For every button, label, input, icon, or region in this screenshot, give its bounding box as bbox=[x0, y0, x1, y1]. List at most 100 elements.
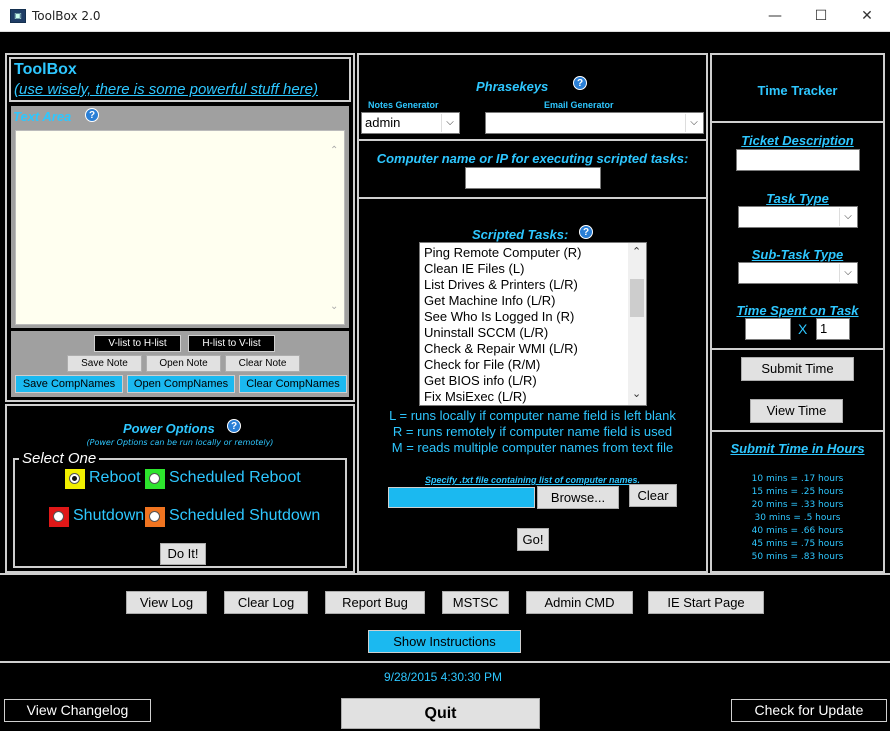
notes-generator-select[interactable]: admin ⌵ bbox=[361, 112, 460, 134]
scheduled-shutdown-radio-bg[interactable] bbox=[145, 507, 165, 527]
reboot-label[interactable]: Reboot bbox=[89, 469, 141, 487]
reboot-radio-bg[interactable] bbox=[65, 469, 85, 489]
quit-button[interactable]: Quit bbox=[341, 698, 540, 729]
power-options-panel: Power Options ? (Power Options can be ru… bbox=[5, 404, 355, 573]
file-path-input[interactable] bbox=[388, 487, 535, 508]
report-bug-button[interactable]: Report Bug bbox=[325, 591, 425, 614]
list-item[interactable]: Get Machine Info (L/R) bbox=[420, 293, 646, 309]
view-changelog-button[interactable]: View Changelog bbox=[4, 699, 151, 722]
task-type-label: Task Type bbox=[766, 191, 829, 206]
scheduled-reboot-radio-bg[interactable] bbox=[145, 469, 165, 489]
email-generator-select[interactable]: ⌵ bbox=[485, 112, 704, 134]
legend-line: R = runs remotely if computer name field… bbox=[392, 424, 673, 439]
scroll-down-icon[interactable]: ⌄ bbox=[632, 387, 641, 400]
tasks-scrollbar[interactable]: ⌃ ⌄ bbox=[628, 243, 646, 405]
scroll-up-icon[interactable]: ⌃ bbox=[632, 245, 641, 258]
show-instructions-button[interactable]: Show Instructions bbox=[368, 630, 521, 653]
time-spent-input[interactable] bbox=[745, 318, 791, 340]
view-log-button[interactable]: View Log bbox=[126, 591, 207, 614]
help-icon[interactable]: ? bbox=[573, 76, 587, 90]
conversion-line: 15 mins = .25 hours bbox=[751, 487, 844, 497]
text-area[interactable]: ⌃ ⌄ bbox=[15, 130, 345, 325]
scripted-tasks-list[interactable]: Ping Remote Computer (R) Clean IE Files (… bbox=[419, 242, 647, 406]
chevron-down-icon[interactable]: ⌵ bbox=[839, 264, 856, 282]
task-type-select[interactable]: ⌵ bbox=[738, 206, 858, 228]
clear-log-button[interactable]: Clear Log bbox=[224, 591, 308, 614]
v-to-h-list-button[interactable]: V-list to H-list bbox=[94, 335, 181, 352]
view-time-button[interactable]: View Time bbox=[750, 399, 843, 423]
text-area-frame: ⌃ ⌄ bbox=[11, 128, 349, 328]
list-item[interactable]: Check for File (R/M) bbox=[420, 357, 646, 373]
chevron-down-icon[interactable]: ⌵ bbox=[441, 114, 458, 132]
help-icon[interactable]: ? bbox=[227, 419, 241, 433]
save-compnames-button[interactable]: Save CompNames bbox=[15, 375, 123, 393]
scheduled-reboot-radio[interactable] bbox=[149, 473, 160, 484]
window-title: ToolBox 2.0 bbox=[32, 9, 101, 23]
separator bbox=[359, 197, 706, 199]
conversion-line: 30 mins = .5 hours bbox=[754, 513, 841, 523]
scheduled-reboot-label[interactable]: Scheduled Reboot bbox=[169, 469, 301, 487]
help-icon[interactable]: ? bbox=[85, 108, 99, 122]
conversion-line: 10 mins = .17 hours bbox=[751, 474, 844, 484]
scheduled-shutdown-radio[interactable] bbox=[149, 511, 160, 522]
separator bbox=[0, 661, 890, 663]
legend-line: M = reads multiple computer names from t… bbox=[391, 440, 674, 455]
toolbox-title: ToolBox bbox=[14, 61, 77, 78]
text-tools: V-list to H-list H-list to V-list Save N… bbox=[11, 331, 349, 397]
legend-line: L = runs locally if computer name field … bbox=[389, 408, 676, 423]
multiplier-input[interactable]: 1 bbox=[816, 318, 850, 340]
do-it-button[interactable]: Do It! bbox=[160, 543, 206, 565]
sub-task-type-select[interactable]: ⌵ bbox=[738, 262, 858, 284]
h-to-v-list-button[interactable]: H-list to V-list bbox=[188, 335, 275, 352]
open-note-button[interactable]: Open Note bbox=[146, 355, 221, 372]
browse-button[interactable]: Browse... bbox=[537, 486, 619, 509]
list-item[interactable]: Clean IE Files (L) bbox=[420, 261, 646, 277]
clear-file-button[interactable]: Clear bbox=[629, 484, 677, 507]
shutdown-radio[interactable] bbox=[53, 511, 64, 522]
ie-start-page-button[interactable]: IE Start Page bbox=[648, 591, 764, 614]
shutdown-radio-bg[interactable] bbox=[49, 507, 69, 527]
list-item[interactable]: See Who Is Logged In (R) bbox=[420, 309, 646, 325]
toolbox-icon: ▣ bbox=[10, 9, 26, 23]
clear-note-button[interactable]: Clear Note bbox=[225, 355, 300, 372]
mstsc-button[interactable]: MSTSC bbox=[442, 591, 509, 614]
conversion-line: 40 mins = .66 hours bbox=[751, 526, 844, 536]
clear-compnames-button[interactable]: Clear CompNames bbox=[239, 375, 347, 393]
conversion-line: 50 mins = .83 hours bbox=[751, 552, 844, 562]
list-item[interactable]: Check & Repair WMI (L/R) bbox=[420, 341, 646, 357]
time-tracker-title: Time Tracker bbox=[757, 83, 838, 98]
ticket-description-input[interactable] bbox=[736, 149, 860, 171]
scheduled-shutdown-label[interactable]: Scheduled Shutdown bbox=[169, 507, 320, 525]
minimize-button[interactable]: — bbox=[752, 0, 798, 32]
ticket-description-label: Ticket Description bbox=[741, 133, 854, 148]
check-for-update-button[interactable]: Check for Update bbox=[731, 699, 887, 722]
admin-cmd-button[interactable]: Admin CMD bbox=[526, 591, 633, 614]
chevron-down-icon[interactable]: ⌵ bbox=[685, 114, 702, 132]
scroll-thumb[interactable] bbox=[630, 279, 644, 317]
list-item[interactable]: List Drives & Printers (L/R) bbox=[420, 277, 646, 293]
reboot-radio[interactable] bbox=[69, 473, 80, 484]
computer-name-input[interactable] bbox=[465, 167, 601, 189]
text-area-scrollbar[interactable]: ⌃ ⌄ bbox=[327, 131, 344, 324]
notes-generator-label: Notes Generator bbox=[368, 100, 439, 110]
scroll-down-icon[interactable]: ⌄ bbox=[330, 301, 338, 312]
email-generator-label: Email Generator bbox=[544, 100, 614, 110]
shutdown-label[interactable]: Shutdown bbox=[73, 507, 144, 525]
submit-time-button[interactable]: Submit Time bbox=[741, 357, 854, 381]
computer-name-label: Computer name or IP for executing script… bbox=[376, 151, 689, 166]
submit-hours-label: Submit Time in Hours bbox=[730, 441, 865, 456]
maximize-button[interactable]: ☐ bbox=[798, 0, 844, 32]
select-one-group: Select One Reboot Scheduled Reboot Shutd… bbox=[13, 450, 347, 568]
scroll-up-icon[interactable]: ⌃ bbox=[330, 145, 338, 156]
sub-task-type-label: Sub-Task Type bbox=[751, 247, 844, 262]
help-icon[interactable]: ? bbox=[579, 225, 593, 239]
list-item[interactable]: Uninstall SCCM (L/R) bbox=[420, 325, 646, 341]
close-button[interactable]: ✕ bbox=[844, 0, 890, 32]
list-item[interactable]: Fix MsiExec (L/R) bbox=[420, 389, 646, 405]
list-item[interactable]: Get BIOS info (L/R) bbox=[420, 373, 646, 389]
chevron-down-icon[interactable]: ⌵ bbox=[839, 208, 856, 226]
open-compnames-button[interactable]: Open CompNames bbox=[127, 375, 235, 393]
save-note-button[interactable]: Save Note bbox=[67, 355, 142, 372]
go-button[interactable]: Go! bbox=[517, 528, 549, 551]
list-item[interactable]: Ping Remote Computer (R) bbox=[420, 245, 646, 261]
